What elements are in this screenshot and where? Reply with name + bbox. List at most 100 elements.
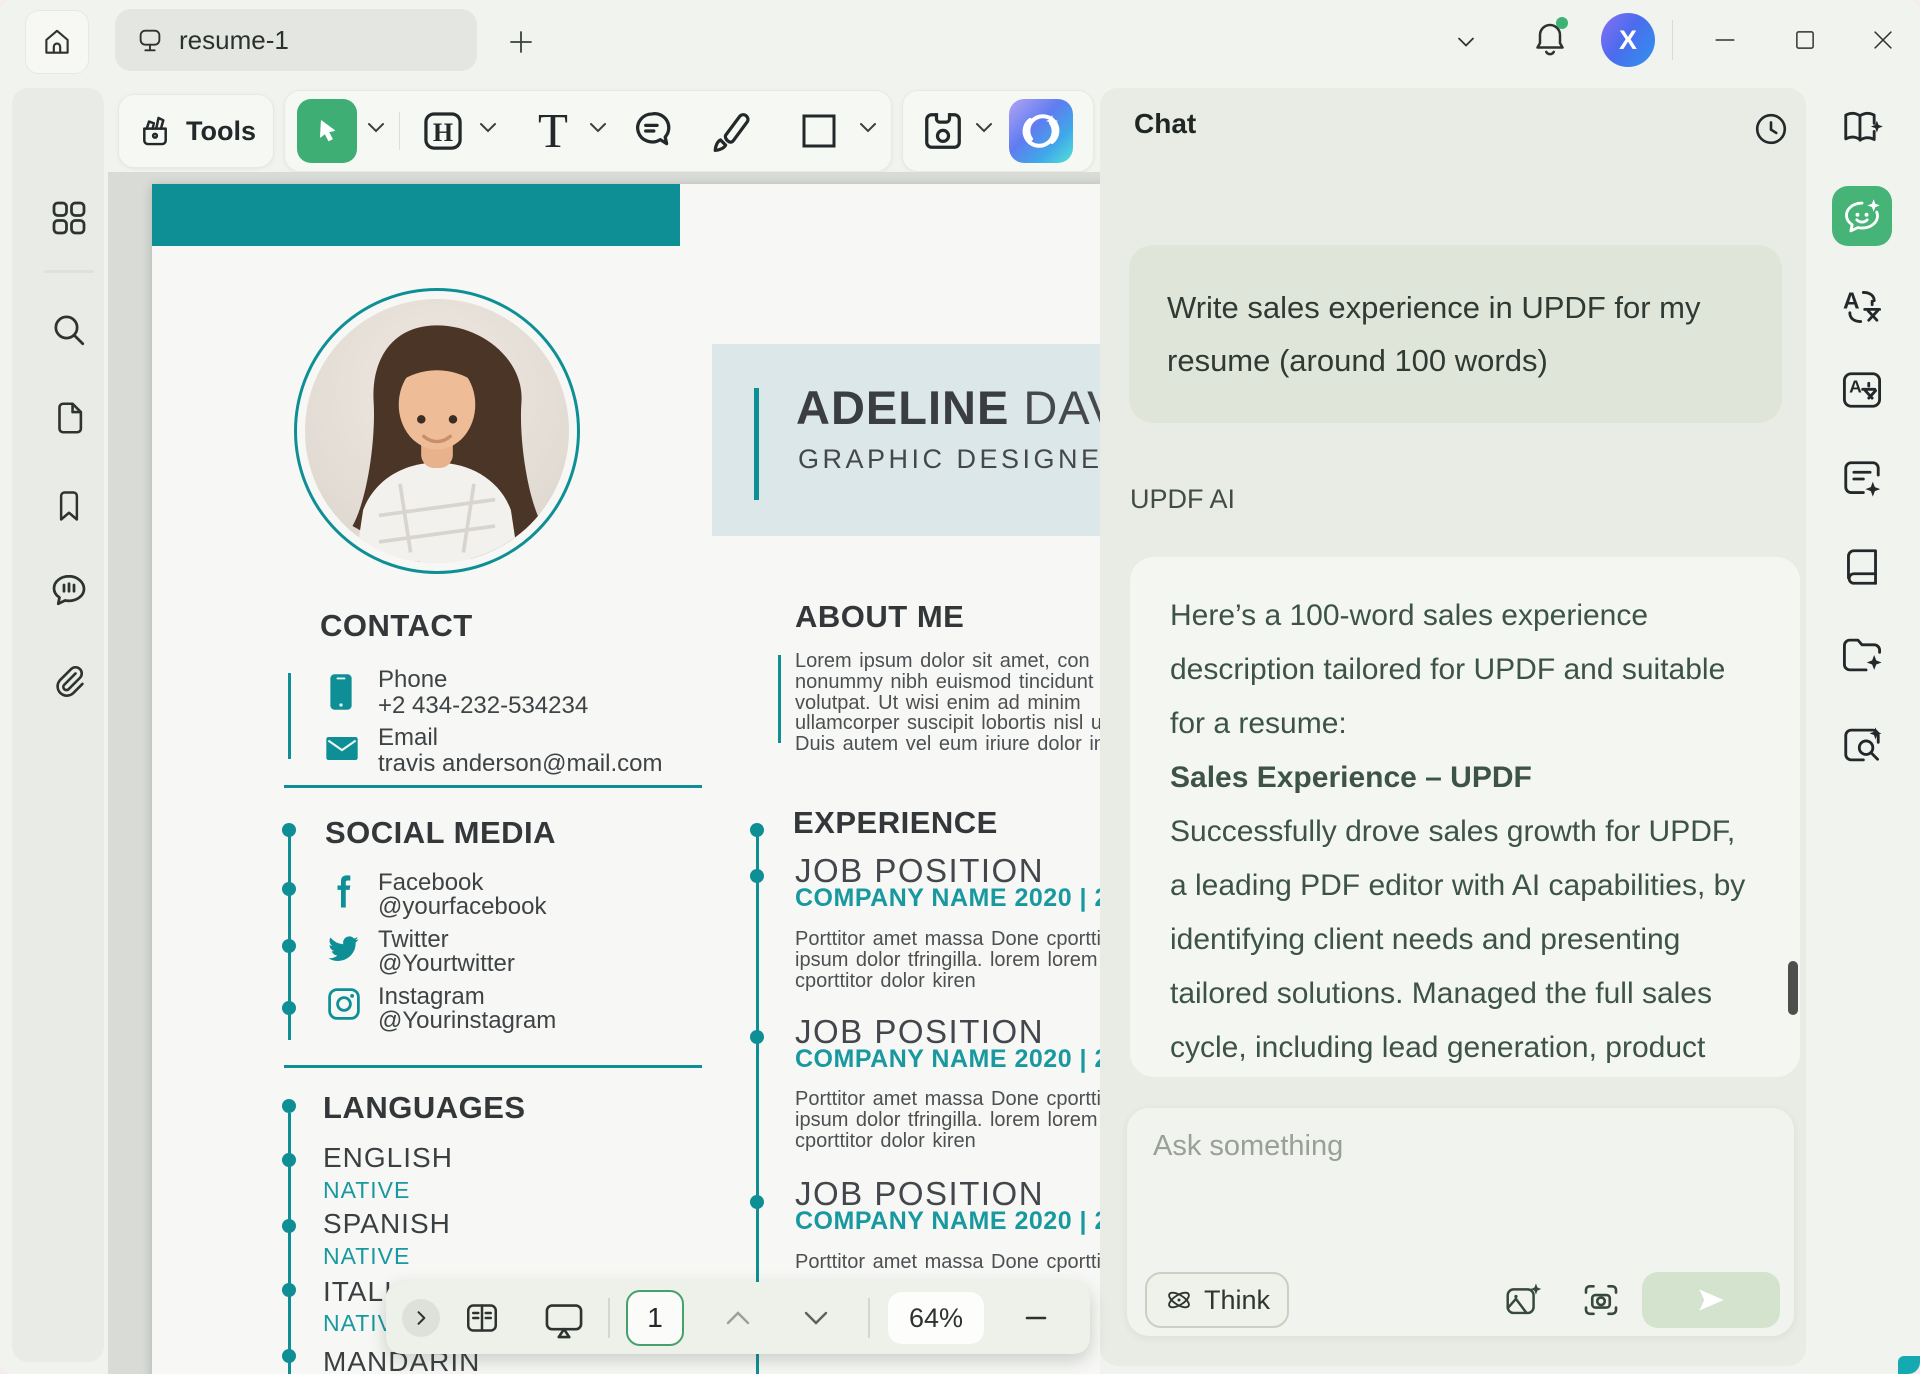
stamp-tool-button[interactable] — [917, 105, 969, 157]
ai-intro-text: Here’s a 100-word sales experience descr… — [1170, 589, 1760, 751]
about-text: Lorem ipsum dolor sit amet, con nonummy … — [795, 651, 1100, 755]
timeline-dot — [282, 1099, 296, 1113]
home-icon — [40, 25, 74, 59]
about-line: Duis autem vel eum iriure dolor in h — [795, 734, 1100, 755]
select-tool-button[interactable] — [297, 99, 357, 163]
sidebar-item-ai-search[interactable] — [1838, 721, 1886, 769]
sidebar-item-translate-page[interactable]: A — [1838, 366, 1886, 414]
chevron-up-icon — [724, 1309, 752, 1327]
about-line: nonummy nibh euismod tincidunt u — [795, 672, 1100, 693]
sidebar-item-ai-note[interactable] — [1838, 455, 1886, 503]
chat-history-button[interactable] — [1748, 106, 1794, 152]
account-avatar[interactable]: X — [1601, 13, 1655, 67]
timeline-dot — [282, 1349, 296, 1363]
about-line: ullamcorper suscipit lobortis nisl u — [795, 713, 1100, 734]
chat-input[interactable] — [1151, 1128, 1767, 1244]
zoom-level-button[interactable]: 64% — [888, 1292, 984, 1344]
user-message-text: Write sales experience in UPDF for my re… — [1167, 290, 1700, 378]
resume-role: GRAPHIC DESIGNER — [798, 444, 1100, 475]
comment-tool-button[interactable] — [627, 105, 679, 157]
notifications-button[interactable] — [1528, 15, 1572, 65]
sidebar-item-search[interactable] — [39, 300, 99, 360]
language-level: NATIVE — [323, 1243, 410, 1270]
attach-image-button[interactable] — [1501, 1278, 1545, 1322]
expand-toolbar-button[interactable] — [402, 1299, 440, 1337]
job-description: Porttitor amet massa Done cporttitc — [795, 1252, 1100, 1273]
send-button[interactable] — [1642, 1272, 1780, 1328]
stamp-icon — [917, 105, 969, 157]
document-tab[interactable]: resume-1 — [115, 9, 477, 71]
about-heading: ABOUT ME — [795, 599, 964, 635]
timeline-dot — [750, 1030, 764, 1044]
maximize-button[interactable] — [1778, 14, 1832, 66]
name-block — [712, 344, 1100, 536]
sidebar-item-attachments[interactable] — [39, 650, 99, 710]
timeline-dot — [282, 882, 296, 896]
facebook-icon — [332, 872, 354, 910]
close-button[interactable] — [1856, 14, 1910, 66]
page-layout-button[interactable] — [460, 1296, 504, 1340]
rectangle-tool-button[interactable] — [795, 107, 843, 155]
minimize-button[interactable] — [1698, 14, 1752, 66]
highlighter-icon — [705, 105, 757, 157]
toolbar-collapse-button[interactable] — [1450, 26, 1482, 58]
profile-photo-frame — [294, 288, 580, 574]
select-tool-dropdown[interactable] — [365, 119, 387, 135]
presentation-button[interactable] — [542, 1298, 586, 1342]
ai-sender-label: UPDF AI — [1130, 484, 1235, 515]
tools-menu-button[interactable]: Tools — [118, 94, 274, 168]
chat-input-card: Think — [1127, 1108, 1794, 1336]
highlighter-tool-button[interactable] — [705, 105, 757, 157]
section-divider — [284, 1065, 702, 1068]
text-tool-dropdown[interactable] — [587, 119, 609, 135]
section-divider — [284, 785, 702, 788]
rectangle-tool-dropdown[interactable] — [857, 119, 879, 135]
sidebar-item-ai-chat[interactable] — [1832, 186, 1892, 246]
note-sparkle-icon — [1839, 456, 1885, 502]
resume-first-name: ADELINE — [796, 381, 1009, 434]
sidebar-item-comments[interactable] — [39, 560, 99, 620]
phone-label: Phone — [378, 667, 447, 693]
next-page-button[interactable] — [800, 1304, 832, 1332]
sidebar-item-ai-files[interactable] — [1838, 631, 1886, 679]
home-button[interactable] — [25, 10, 89, 74]
sidebar-item-booklet[interactable] — [1838, 543, 1886, 591]
sidebar-item-ai-reader[interactable] — [1838, 102, 1886, 150]
previous-page-button[interactable] — [722, 1304, 754, 1332]
camera-capture-icon — [1581, 1280, 1621, 1320]
about-line: Lorem ipsum dolor sit amet, con — [795, 651, 1100, 672]
book-icon — [1839, 544, 1885, 590]
toolbar-separator — [868, 1298, 870, 1338]
sidebar-item-panels[interactable] — [39, 188, 99, 248]
toolbar-separator — [608, 1298, 610, 1338]
chevron-down-icon — [973, 119, 995, 135]
page-number-input[interactable]: 1 — [626, 1290, 684, 1346]
comments-icon — [49, 570, 89, 610]
timeline-dot — [282, 1001, 296, 1015]
heading-tool-button[interactable]: H — [417, 105, 469, 157]
sidebar-item-translate[interactable]: A — [1838, 282, 1886, 330]
ai-message-bubble: Here’s a 100-word sales experience descr… — [1130, 557, 1800, 1077]
rectangle-icon — [795, 107, 843, 155]
svg-text:A: A — [1843, 288, 1860, 314]
sidebar-item-thumbnails[interactable] — [39, 388, 99, 448]
svg-text:H: H — [433, 118, 453, 147]
chat-scrollbar[interactable] — [1788, 961, 1798, 1015]
stamp-tool-dropdown[interactable] — [973, 119, 995, 135]
updf-ai-button[interactable] — [1009, 99, 1073, 163]
text-tool-button[interactable]: T — [525, 103, 581, 159]
sidebar-item-bookmarks[interactable] — [39, 476, 99, 536]
think-toggle-button[interactable]: Think — [1145, 1272, 1289, 1328]
tools-icon — [136, 112, 174, 150]
zoom-out-button[interactable] — [1008, 1302, 1064, 1334]
heading-tool-dropdown[interactable] — [477, 119, 499, 135]
close-icon — [1869, 26, 1897, 54]
new-tab-button[interactable] — [503, 24, 539, 60]
screenshot-button[interactable] — [1579, 1278, 1623, 1322]
social-handle: @Yourinstagram — [378, 1008, 556, 1034]
timeline-dot — [750, 1195, 764, 1209]
think-label: Think — [1204, 1285, 1270, 1316]
timeline-dot — [282, 939, 296, 953]
job-line: ipsum dolor tfringilla. lorem lorem — [795, 1110, 1100, 1131]
job-company: COMPANY NAME 2020 | 2021 — [795, 1045, 1100, 1074]
